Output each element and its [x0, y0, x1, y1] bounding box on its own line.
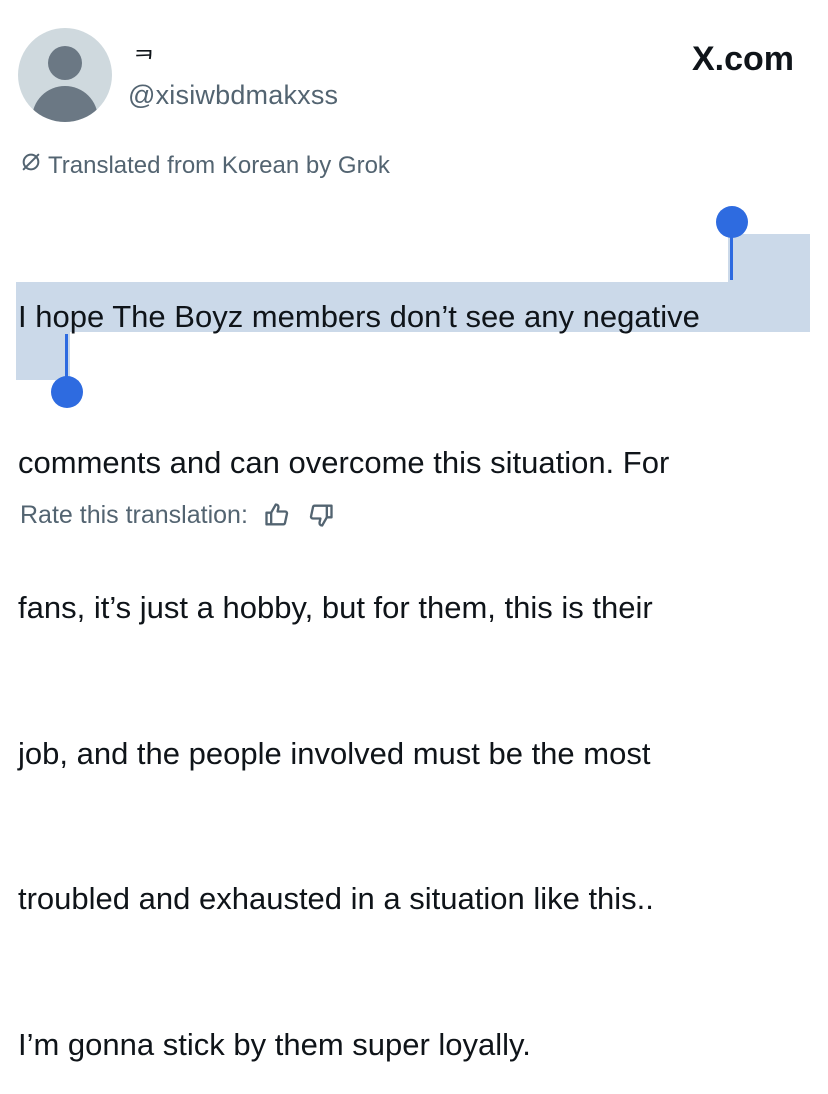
- avatar-head: [48, 46, 82, 80]
- grok-icon: [20, 151, 42, 180]
- tweet-line: I’m gonna stick by them super loyally.: [18, 1026, 531, 1062]
- display-name[interactable]: ᄏ: [133, 40, 155, 75]
- user-handle[interactable]: @xisiwbdmakxss: [128, 80, 338, 111]
- translation-note: Translated from Korean by Grok: [20, 151, 390, 180]
- tweet-line: comments and can overcome this situation…: [18, 444, 670, 480]
- tweet-text[interactable]: I hope The Boyz members don’t see any ne…: [18, 196, 818, 1094]
- tweet-line: troubled and exhausted in a situation li…: [18, 881, 654, 916]
- tweet-line: job, and the people involved must be the…: [18, 735, 651, 771]
- selection-end-caret: [65, 334, 68, 382]
- tweet-line: I hope The Boyz members don’t see any ne…: [18, 299, 700, 334]
- brand-logo: X.com: [691, 40, 794, 78]
- selection-end-handle[interactable]: [51, 376, 83, 408]
- avatar[interactable]: [18, 28, 112, 122]
- translation-note-text: Translated from Korean by Grok: [48, 151, 390, 179]
- avatar-body: [32, 86, 98, 122]
- tweet-line: fans, it’s just a hobby, but for them, t…: [18, 590, 653, 625]
- selection-start-caret: [730, 230, 733, 280]
